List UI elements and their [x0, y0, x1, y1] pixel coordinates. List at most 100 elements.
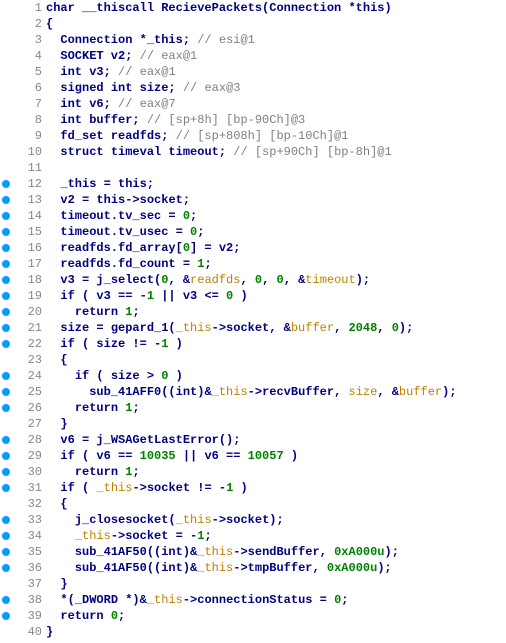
code-line[interactable]: int v6; // eax@7 — [46, 96, 457, 112]
breakpoint-cell[interactable] — [0, 240, 12, 256]
code-line[interactable] — [46, 160, 457, 176]
code-line[interactable]: if ( v6 == 10035 || v6 == 10057 ) — [46, 448, 457, 464]
code-line[interactable]: return 1; — [46, 400, 457, 416]
code-line[interactable]: if ( size != -1 ) — [46, 336, 457, 352]
breakpoint-icon — [2, 324, 10, 332]
breakpoint-cell[interactable] — [0, 480, 12, 496]
code-line[interactable]: timeout.tv_usec = 0; — [46, 224, 457, 240]
breakpoint-cell[interactable] — [0, 368, 12, 384]
breakpoint-cell[interactable] — [0, 624, 12, 640]
code-line[interactable]: } — [46, 624, 457, 640]
breakpoint-cell[interactable] — [0, 48, 12, 64]
code-line[interactable]: return 1; — [46, 304, 457, 320]
line-number: 24 — [12, 368, 42, 384]
line-number: 4 — [12, 48, 42, 64]
code-line[interactable]: size = gepard_1(_this->socket, &buffer, … — [46, 320, 457, 336]
breakpoint-cell[interactable] — [0, 112, 12, 128]
line-number: 19 — [12, 288, 42, 304]
breakpoint-cell[interactable] — [0, 592, 12, 608]
breakpoint-cell[interactable] — [0, 128, 12, 144]
code-line[interactable]: signed int size; // eax@3 — [46, 80, 457, 96]
code-line[interactable]: char __thiscall RecievePackets(Connectio… — [46, 0, 457, 16]
code-line[interactable]: } — [46, 576, 457, 592]
line-number: 23 — [12, 352, 42, 368]
breakpoint-icon — [2, 532, 10, 540]
code-line[interactable]: int v3; // eax@1 — [46, 64, 457, 80]
code-line[interactable]: readfds.fd_array[0] = v2; — [46, 240, 457, 256]
code-line[interactable]: j_closesocket(_this->socket); — [46, 512, 457, 528]
breakpoint-cell[interactable] — [0, 288, 12, 304]
breakpoint-cell[interactable] — [0, 16, 12, 32]
breakpoint-cell[interactable] — [0, 256, 12, 272]
breakpoint-cell[interactable] — [0, 384, 12, 400]
line-number: 32 — [12, 496, 42, 512]
breakpoint-cell[interactable] — [0, 544, 12, 560]
breakpoint-cell[interactable] — [0, 192, 12, 208]
code-line[interactable]: v3 = j_select(0, &readfds, 0, 0, &timeou… — [46, 272, 457, 288]
breakpoint-cell[interactable] — [0, 144, 12, 160]
breakpoint-cell[interactable] — [0, 304, 12, 320]
code-line[interactable]: return 1; — [46, 464, 457, 480]
code-line[interactable]: readfds.fd_count = 1; — [46, 256, 457, 272]
line-number: 14 — [12, 208, 42, 224]
line-number: 10 — [12, 144, 42, 160]
code-line[interactable]: if ( v3 == -1 || v3 <= 0 ) — [46, 288, 457, 304]
code-column: char __thiscall RecievePackets(Connectio… — [46, 0, 457, 640]
breakpoint-cell[interactable] — [0, 576, 12, 592]
breakpoint-cell[interactable] — [0, 208, 12, 224]
breakpoint-cell[interactable] — [0, 528, 12, 544]
breakpoint-cell[interactable] — [0, 176, 12, 192]
code-line[interactable]: v6 = j_WSAGetLastError(); — [46, 432, 457, 448]
breakpoint-icon — [2, 548, 10, 556]
breakpoint-icon — [2, 564, 10, 572]
breakpoint-cell[interactable] — [0, 336, 12, 352]
code-line[interactable]: v2 = this->socket; — [46, 192, 457, 208]
line-number-gutter: 1234567891011121314151617181920212223242… — [12, 0, 46, 640]
breakpoint-cell[interactable] — [0, 272, 12, 288]
breakpoint-cell[interactable] — [0, 0, 12, 16]
code-line[interactable]: { — [46, 352, 457, 368]
code-line[interactable]: int buffer; // [sp+8h] [bp-90Ch]@3 — [46, 112, 457, 128]
breakpoint-cell[interactable] — [0, 560, 12, 576]
line-number: 7 — [12, 96, 42, 112]
breakpoint-cell[interactable] — [0, 32, 12, 48]
breakpoint-cell[interactable] — [0, 320, 12, 336]
code-line[interactable]: timeout.tv_sec = 0; — [46, 208, 457, 224]
code-line[interactable]: } — [46, 416, 457, 432]
breakpoint-cell[interactable] — [0, 608, 12, 624]
breakpoint-cell[interactable] — [0, 400, 12, 416]
line-number: 33 — [12, 512, 42, 528]
breakpoint-cell[interactable] — [0, 464, 12, 480]
code-line[interactable]: SOCKET v2; // eax@1 — [46, 48, 457, 64]
code-line[interactable]: struct timeval timeout; // [sp+90Ch] [bp… — [46, 144, 457, 160]
code-line[interactable]: *(_DWORD *)&_this->connectionStatus = 0; — [46, 592, 457, 608]
breakpoint-cell[interactable] — [0, 512, 12, 528]
code-line[interactable]: sub_41AF50((int)&_this->tmpBuffer, 0xA00… — [46, 560, 457, 576]
breakpoint-cell[interactable] — [0, 224, 12, 240]
code-line[interactable]: sub_41AF50((int)&_this->sendBuffer, 0xA0… — [46, 544, 457, 560]
breakpoint-cell[interactable] — [0, 432, 12, 448]
breakpoint-cell[interactable] — [0, 160, 12, 176]
line-number: 16 — [12, 240, 42, 256]
breakpoint-cell[interactable] — [0, 352, 12, 368]
breakpoint-icon — [2, 516, 10, 524]
code-line[interactable]: return 0; — [46, 608, 457, 624]
code-line[interactable]: { — [46, 16, 457, 32]
code-line[interactable]: if ( _this->socket != -1 ) — [46, 480, 457, 496]
breakpoint-cell[interactable] — [0, 80, 12, 96]
breakpoint-cell[interactable] — [0, 448, 12, 464]
breakpoint-cell[interactable] — [0, 96, 12, 112]
code-line[interactable]: if ( size > 0 ) — [46, 368, 457, 384]
code-line[interactable]: { — [46, 496, 457, 512]
code-line[interactable]: fd_set readfds; // [sp+808h] [bp-10Ch]@1 — [46, 128, 457, 144]
breakpoint-cell[interactable] — [0, 64, 12, 80]
code-line[interactable]: _this->socket = -1; — [46, 528, 457, 544]
line-number: 37 — [12, 576, 42, 592]
breakpoint-cell[interactable] — [0, 416, 12, 432]
code-line[interactable]: sub_41AFF0((int)&_this->recvBuffer, size… — [46, 384, 457, 400]
code-line[interactable]: Connection *_this; // esi@1 — [46, 32, 457, 48]
code-container: 1234567891011121314151617181920212223242… — [0, 0, 506, 640]
breakpoint-icon — [2, 260, 10, 268]
code-line[interactable]: _this = this; — [46, 176, 457, 192]
breakpoint-cell[interactable] — [0, 496, 12, 512]
